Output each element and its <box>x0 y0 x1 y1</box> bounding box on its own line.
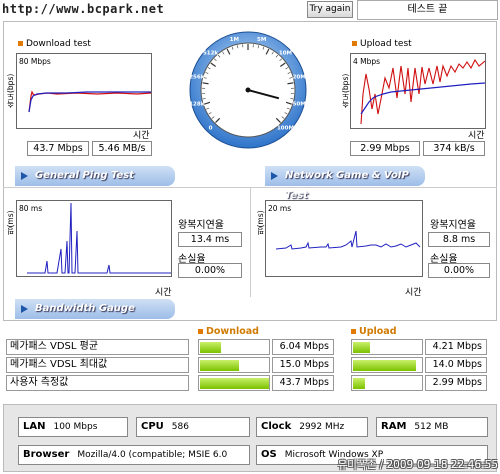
upload-bar <box>353 378 366 389</box>
tab-network-game[interactable]: Network Game & VoIP Test <box>265 166 425 201</box>
download-chart: 80 Mbps <box>19 57 151 113</box>
gauge-label: 128k <box>189 102 204 108</box>
bandwidth-row-label: 메가패스 VDSL 최대값 <box>6 357 189 373</box>
gauge-label: 1M <box>230 37 239 43</box>
divider <box>250 187 251 297</box>
game-xlabel: 시간 <box>405 288 422 298</box>
ping-rtt-label: 왕복지연율 <box>178 220 224 231</box>
download-line-red <box>28 90 151 113</box>
upload-title: Upload test <box>352 39 412 49</box>
browser-info: Browser Mozilla/4.0 (compatible; MSIE 6.0 <box>18 445 250 465</box>
watermark: 유미폭존 / 2009-09-18 22:46:55 <box>337 459 498 471</box>
download-value: 15.0 Mbps <box>272 357 334 373</box>
lan-info: LAN 100 Mbps <box>18 417 128 437</box>
download-ylabel: 속도(bps) <box>6 73 15 108</box>
download-title: Download test <box>18 39 91 49</box>
upload-bar-cell <box>351 357 423 373</box>
gauge-label: 50M <box>293 102 306 108</box>
upload-max-label: 4 Mbps <box>353 57 380 66</box>
upload-bar <box>353 360 417 371</box>
game-rtt-label: 왕복지연율 <box>430 220 476 231</box>
gauge-label: 20M <box>293 74 306 80</box>
game-max-label: 20 ms <box>268 204 291 213</box>
download-bar <box>200 342 222 353</box>
orange-square-icon <box>351 329 356 334</box>
tab-general-ping[interactable]: General Ping Test <box>15 166 175 186</box>
ram-info: RAM 512 MB <box>376 417 488 437</box>
download-mbps: 43.7 Mbps <box>27 141 89 156</box>
ping-graph: 80 ms <box>16 200 172 277</box>
ping-rtt-value: 13.4 ms <box>178 232 242 247</box>
gauge-label: 0 <box>209 125 213 131</box>
ping-max-label: 80 ms <box>19 204 42 213</box>
download-mbs: 5.46 MB/s <box>92 141 152 156</box>
download-bar <box>200 378 269 389</box>
download-xlabel: 시간 <box>133 131 150 141</box>
upload-mbps: 2.99 Mbps <box>350 141 420 156</box>
bandwidth-row-label: 사용자 측정값 <box>6 375 189 391</box>
upload-graph: 4 Mbps <box>350 53 486 129</box>
gauge-dial: 0 128k 256k 512k 1M 5M 10M 20M 50M 100M <box>189 31 307 149</box>
download-graph: 80 Mbps <box>16 53 152 129</box>
download-bar-cell <box>198 339 270 355</box>
upload-bar <box>353 342 370 353</box>
download-max-label: 80 Mbps <box>19 57 51 66</box>
upload-bar-cell <box>351 375 423 391</box>
ping-xlabel: 시간 <box>155 288 172 298</box>
upload-value: 4.21 Mbps <box>425 339 487 355</box>
game-graph: 20 ms <box>265 200 423 277</box>
upload-chart: 4 Mbps <box>353 57 485 125</box>
gauge-label: 5M <box>257 37 266 43</box>
download-bar-cell <box>198 357 270 373</box>
upload-xlabel: 시간 <box>468 131 485 141</box>
orange-square-icon <box>352 41 357 46</box>
header-bar: http://www.bcpark.net Try again 테스트 끝 <box>0 0 500 21</box>
gauge-label: 256k <box>189 74 204 80</box>
game-chart: 20 ms <box>268 204 421 250</box>
upload-value: 14.0 Mbps <box>425 357 487 373</box>
upload-line-red <box>360 58 485 125</box>
play-arrow-icon <box>21 172 28 180</box>
bandwidth-upload-head: Upload <box>351 326 397 337</box>
game-line <box>275 230 421 250</box>
ping-ylabel: 핑(ms) <box>6 210 15 235</box>
upload-kbs: 374 kB/s <box>423 141 485 156</box>
upload-value: 2.99 Mbps <box>425 375 487 391</box>
download-bar-cell <box>198 375 270 391</box>
gauge-label: 10M <box>279 51 292 57</box>
download-bar <box>200 360 240 371</box>
game-rtt-value: 8.8 ms <box>428 232 490 247</box>
play-arrow-icon <box>21 305 28 313</box>
test-status: 테스트 끝 <box>357 0 498 20</box>
play-arrow-icon <box>271 172 278 180</box>
orange-square-icon <box>198 329 203 334</box>
gauge-label: 512k <box>203 51 218 57</box>
bandwidth-row-label: 메가패스 VDSL 평균 <box>6 339 189 355</box>
gauge-label: 100M <box>277 125 294 131</box>
tab-bandwidth-gauge[interactable]: Bandwidth Gauge <box>15 299 175 319</box>
download-value: 43.7 Mbps <box>272 375 334 391</box>
ping-chart: 80 ms <box>19 202 171 274</box>
speed-gauge: 0 128k 256k 512k 1M 5M 10M 20M 50M 100M <box>188 30 308 150</box>
game-loss-value: 0.00% <box>428 263 490 278</box>
cpu-info: CPU 586 <box>136 417 250 437</box>
download-line-blue <box>28 91 151 113</box>
upload-line-blue <box>360 82 485 115</box>
ping-loss-value: 0.00% <box>178 263 242 278</box>
download-value: 6.04 Mbps <box>272 339 334 355</box>
orange-square-icon <box>18 41 23 46</box>
site-url[interactable]: http://www.bcpark.net <box>2 2 164 16</box>
upload-bar-cell <box>351 339 423 355</box>
ping-line <box>27 202 171 274</box>
bandwidth-download-head: Download <box>198 326 259 337</box>
try-again-button[interactable]: Try again <box>307 1 353 18</box>
clock-info: Clock 2992 MHz <box>256 417 368 437</box>
